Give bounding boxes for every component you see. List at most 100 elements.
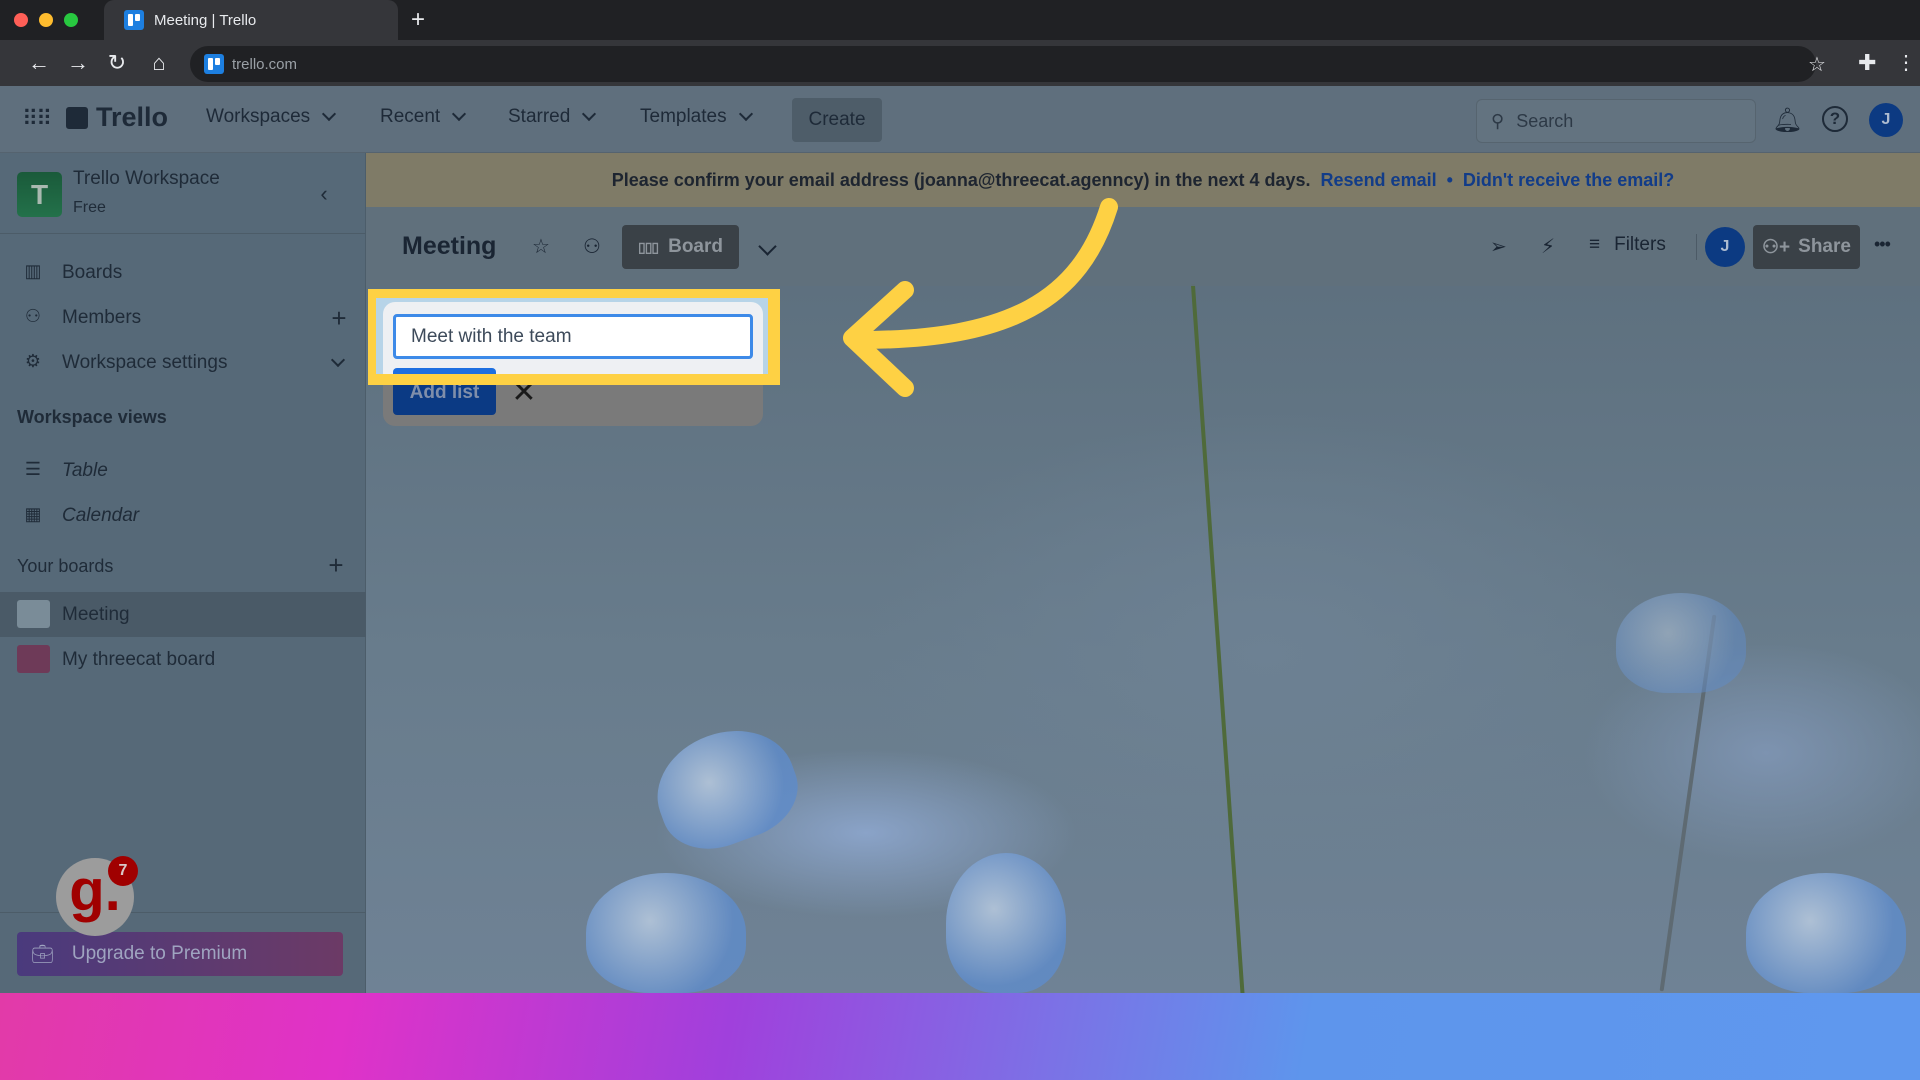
collapse-sidebar-icon[interactable]: ‹ bbox=[313, 181, 335, 207]
nav-workspaces[interactable]: Workspaces bbox=[206, 106, 337, 128]
add-board-icon[interactable]: + bbox=[325, 550, 347, 581]
sidebar-divider bbox=[0, 912, 366, 913]
nav-label: Workspaces bbox=[206, 106, 311, 127]
chevron-down-icon[interactable] bbox=[330, 352, 346, 368]
filters-label: Filters bbox=[1614, 234, 1666, 255]
chevron-down-icon bbox=[582, 106, 597, 122]
search-input[interactable]: ⚲ Search bbox=[1476, 99, 1756, 143]
notifications-bell-icon[interactable]: 🔔︎ bbox=[1772, 106, 1802, 135]
window-minimize-button[interactable] bbox=[39, 13, 53, 27]
sidebar-item-members[interactable]: ⚇ Members + bbox=[0, 298, 366, 338]
browser-tab[interactable]: Meeting | Trello bbox=[104, 0, 398, 40]
upgrade-label: Upgrade to Premium bbox=[71, 943, 248, 964]
sidebar-item-workspace-settings[interactable]: ⚙ Workspace settings bbox=[0, 343, 366, 383]
create-button[interactable]: Create bbox=[792, 98, 882, 142]
new-tab-button[interactable]: + bbox=[406, 4, 430, 36]
sidebar-view-table[interactable]: ☰ Table bbox=[0, 451, 366, 491]
search-placeholder: Search bbox=[1516, 110, 1574, 131]
background-flower bbox=[641, 712, 811, 864]
header-divider bbox=[1696, 234, 1697, 260]
board-menu-more-icon[interactable]: ••• bbox=[1874, 234, 1891, 255]
share-label: Share bbox=[1798, 236, 1851, 257]
share-button[interactable]: ⚇+ Share bbox=[1753, 225, 1860, 269]
help-icon[interactable]: ? bbox=[1822, 106, 1848, 132]
workspace-name[interactable]: Trello Workspace bbox=[73, 168, 220, 190]
bookmark-star-icon[interactable]: ☆ bbox=[1808, 52, 1826, 77]
gear-icon: ⚙ bbox=[24, 351, 42, 371]
add-list-button-edge bbox=[393, 368, 496, 374]
chevron-down-icon bbox=[452, 106, 467, 122]
url-text: trello.com bbox=[232, 55, 298, 73]
nav-label: Starred bbox=[508, 106, 571, 127]
list-title-input[interactable] bbox=[393, 314, 753, 359]
background-flower bbox=[946, 853, 1066, 993]
nav-label: Templates bbox=[640, 106, 727, 127]
workspace-views-heading: Workspace views bbox=[17, 407, 167, 427]
sidebar-board-my-threecat-board[interactable]: My threecat board bbox=[0, 637, 366, 682]
board-member-avatar[interactable]: J bbox=[1705, 227, 1745, 267]
nav-templates[interactable]: Templates bbox=[640, 106, 753, 128]
upgrade-premium-button[interactable]: 💼︎ Upgrade to Premium bbox=[17, 932, 343, 976]
add-member-icon[interactable]: + bbox=[328, 303, 350, 334]
banner-separator: • bbox=[1446, 169, 1453, 190]
background-flower bbox=[1746, 873, 1906, 993]
trello-logo-icon bbox=[66, 106, 88, 129]
window-close-button[interactable] bbox=[14, 13, 28, 27]
back-icon[interactable]: ← bbox=[26, 50, 52, 76]
board-icon: ▥ bbox=[24, 261, 42, 281]
nav-recent[interactable]: Recent bbox=[380, 106, 467, 128]
sidebar-item-label: Members bbox=[62, 307, 142, 328]
sidebar-divider bbox=[0, 233, 366, 234]
forward-icon[interactable]: → bbox=[65, 50, 91, 76]
sidebar-view-calendar[interactable]: ▦ Calendar bbox=[0, 496, 366, 536]
briefcase-icon: 💼︎ bbox=[31, 943, 54, 964]
workspace-visibility-icon[interactable]: ⚇ bbox=[583, 234, 601, 259]
sidebar-view-label: Calendar bbox=[62, 505, 140, 526]
board-thumbnail bbox=[17, 600, 50, 628]
sidebar-item-boards[interactable]: ▥ Boards bbox=[0, 253, 366, 293]
account-avatar[interactable]: J bbox=[1869, 103, 1903, 137]
calendar-icon: ▦ bbox=[24, 504, 42, 524]
sidebar-board-meeting[interactable]: Meeting bbox=[0, 592, 366, 637]
annotation-arrow bbox=[843, 198, 1118, 397]
site-favicon-icon bbox=[204, 54, 224, 74]
board-label: Meeting bbox=[62, 604, 130, 625]
board-title[interactable]: Meeting bbox=[402, 232, 496, 261]
your-boards-heading: Your boards bbox=[17, 556, 114, 576]
person-icon: ⚇ bbox=[24, 306, 42, 326]
guidde-notification-count: 7 bbox=[108, 856, 138, 886]
trello-favicon-icon bbox=[124, 10, 144, 30]
arrow-shaft bbox=[851, 198, 1118, 349]
resend-email-link[interactable]: Resend email bbox=[1321, 170, 1437, 191]
add-person-icon: ⚇+ bbox=[1762, 236, 1791, 258]
browser-menu-icon[interactable]: ⋮ bbox=[1896, 50, 1916, 75]
table-icon: ☰ bbox=[24, 459, 42, 479]
search-icon: ⚲ bbox=[1491, 110, 1505, 131]
star-board-icon[interactable]: ☆ bbox=[532, 234, 550, 259]
app-switcher-icon[interactable]: ⠿⠿ bbox=[22, 106, 52, 132]
nav-label: Recent bbox=[380, 106, 441, 127]
background-flower-stem bbox=[1190, 283, 1246, 993]
board-view-button[interactable]: ▯▯▯ Board bbox=[622, 225, 739, 269]
banner-message: Please confirm your email address (joann… bbox=[611, 169, 1311, 190]
power-ups-icon[interactable]: ➢ bbox=[1490, 234, 1507, 259]
sidebar-item-label: Boards bbox=[62, 262, 123, 283]
trello-logo-text: Trello bbox=[96, 102, 169, 132]
home-icon[interactable]: ⌂ bbox=[146, 50, 172, 76]
url-field[interactable]: trello.com bbox=[190, 46, 1816, 82]
workspace-logo: T bbox=[17, 172, 62, 217]
didnt-receive-email-link[interactable]: Didn't receive the email? bbox=[1463, 170, 1674, 191]
extensions-icon[interactable]: ✚ bbox=[1858, 50, 1876, 76]
filter-icon: ≡ bbox=[1589, 234, 1601, 255]
decorative-gradient-footer bbox=[0, 993, 1920, 1080]
automation-lightning-icon[interactable]: ⚡︎ bbox=[1541, 234, 1555, 259]
tab-title: Meeting | Trello bbox=[154, 11, 257, 29]
chevron-down-icon bbox=[738, 106, 753, 122]
filters-button[interactable]: ≡ Filters bbox=[1589, 234, 1666, 256]
chevron-down-icon bbox=[322, 106, 337, 122]
workspace-plan: Free bbox=[73, 199, 106, 216]
nav-starred[interactable]: Starred bbox=[508, 106, 597, 128]
trello-logo[interactable]: Trello bbox=[66, 102, 168, 133]
reload-icon[interactable]: ↻ bbox=[104, 50, 130, 76]
window-maximize-button[interactable] bbox=[64, 13, 78, 27]
